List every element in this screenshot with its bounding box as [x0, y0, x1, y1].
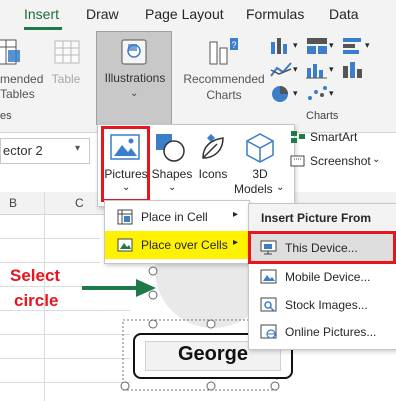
- statistic-chart-icon[interactable]: [305, 60, 329, 83]
- icons-icon: [197, 132, 229, 164]
- place-in-cell-icon: [117, 209, 133, 228]
- insert-picture-from-menu: Insert Picture From This Device... Mobil…: [248, 203, 396, 350]
- table-label: Table: [51, 72, 81, 86]
- chart-type-gallery: ▾ ▾ ▾ ▾ ▾ ▾ ▾: [269, 34, 396, 108]
- name-box-value: ector 2: [3, 143, 43, 158]
- name-box[interactable]: ector 2 ▾: [0, 138, 90, 164]
- illustrations-label: Illustrations: [104, 71, 166, 85]
- gridline: [0, 382, 130, 383]
- table-icon[interactable]: [54, 38, 80, 66]
- pivotchart-icon[interactable]: [341, 60, 365, 83]
- this-device-highlight: [248, 231, 396, 264]
- shapes-label: Shapes: [151, 167, 193, 181]
- screenshot-label: Screenshot: [310, 154, 371, 168]
- tab-draw[interactable]: Draw: [86, 6, 119, 22]
- chevron-down-icon: ▾: [365, 40, 370, 50]
- mobile-device-item[interactable]: Mobile Device...: [249, 263, 396, 291]
- gridline: [0, 238, 100, 239]
- place-over-cells-item[interactable]: Place over Cells ▸: [105, 231, 249, 259]
- 3d-models-label-2: Models: [234, 182, 273, 196]
- chevron-down-icon: ▾: [293, 88, 298, 98]
- pictures-highlight: [101, 126, 150, 202]
- line-chart-icon[interactable]: [269, 60, 293, 83]
- 3d-models-button[interactable]: 3D Models ⌄: [234, 130, 285, 200]
- bar-chart-icon[interactable]: [341, 36, 365, 59]
- recommended-pivottables-label: mended: [0, 72, 44, 86]
- tab-page-layout[interactable]: Page Layout: [145, 6, 224, 22]
- recommended-charts-label-2: Charts: [206, 88, 242, 102]
- place-over-cells-icon: [117, 237, 133, 256]
- smartart-label: SmartArt: [310, 130, 358, 144]
- pictures-submenu: Place in Cell ▸ Place over Cells ▸: [104, 200, 250, 264]
- stock-images-item[interactable]: Stock Images...: [249, 291, 396, 319]
- icons-label: Icons: [198, 167, 228, 181]
- recommended-pivottables-icon[interactable]: [0, 38, 22, 68]
- screenshot-button[interactable]: Screenshot ⌄: [290, 152, 396, 172]
- chevron-down-icon: ▾: [293, 64, 298, 74]
- recommended-charts-label: Recommended: [183, 72, 265, 86]
- smartart-icon: [290, 130, 306, 147]
- icons-button[interactable]: Icons: [195, 130, 231, 181]
- online-pictures-item[interactable]: Online Pictures...: [249, 318, 396, 346]
- ribbon: mended Tables Table Illustrations ⌄ ? Re…: [0, 30, 396, 133]
- smartart-button[interactable]: SmartArt: [290, 128, 396, 148]
- group-label-charts: Charts: [306, 110, 339, 122]
- hierarchy-chart-icon[interactable]: [305, 36, 329, 59]
- annotation-arrow-icon: [82, 279, 156, 297]
- tab-formulas[interactable]: Formulas: [246, 6, 304, 22]
- illustrations-button[interactable]: Illustrations ⌄: [96, 31, 172, 125]
- chevron-right-icon: ▸: [233, 209, 239, 220]
- annotation-line-2: circle: [14, 291, 59, 310]
- chevron-down-icon: ▾: [293, 40, 298, 50]
- chevron-down-icon: ⌄: [130, 88, 139, 99]
- screenshot-icon: [290, 154, 306, 171]
- annotation-line-1: Select: [10, 266, 61, 285]
- pie-chart-icon[interactable]: [269, 84, 293, 107]
- tab-insert[interactable]: Insert: [24, 6, 59, 22]
- chevron-down-icon: ▾: [329, 40, 334, 50]
- illustrations-icon: [120, 38, 148, 66]
- cube-icon: [245, 132, 275, 164]
- svg-text:?: ?: [231, 40, 236, 50]
- chevron-down-icon[interactable]: ▾: [75, 143, 80, 154]
- chevron-down-icon: ⌄: [372, 154, 381, 165]
- chevron-down-icon: ⌄: [168, 182, 177, 193]
- online-pictures-icon: [260, 324, 277, 343]
- group-label-tables: es: [0, 110, 12, 122]
- chevron-down-icon: ▾: [329, 88, 334, 98]
- tab-data[interactable]: Data: [329, 6, 359, 22]
- recommended-pivottables-label-2: Tables: [0, 87, 35, 101]
- insert-picture-from-title: Insert Picture From: [261, 211, 372, 225]
- chevron-down-icon: ⌄: [276, 182, 285, 193]
- chevron-right-icon: ▸: [233, 237, 239, 248]
- place-in-cell-label: Place in Cell: [141, 210, 208, 224]
- place-over-cells-label: Place over Cells: [141, 238, 228, 252]
- mobile-device-label: Mobile Device...: [285, 270, 371, 284]
- scatter-chart-icon[interactable]: [305, 84, 329, 107]
- mobile-picture-icon: [260, 269, 277, 288]
- place-in-cell-item[interactable]: Place in Cell ▸: [105, 203, 249, 231]
- stock-images-label: Stock Images...: [285, 298, 368, 312]
- column-header-c[interactable]: C: [75, 196, 84, 210]
- shapes-icon: [154, 132, 188, 164]
- recommended-charts-icon[interactable]: ?: [208, 36, 242, 68]
- shapes-button[interactable]: Shapes ⌄: [152, 130, 192, 200]
- gridline: [0, 334, 130, 335]
- ribbon-tab-strip: Insert Draw Page Layout Formulas Data: [0, 0, 396, 30]
- online-pictures-label: Online Pictures...: [285, 325, 377, 339]
- stock-images-icon: [260, 297, 277, 316]
- insert-picture-from-header: Insert Picture From: [249, 204, 396, 230]
- chevron-down-icon: ▾: [329, 64, 334, 74]
- column-header-b[interactable]: B: [9, 196, 17, 210]
- column-chart-icon[interactable]: [269, 36, 293, 59]
- gridline: [0, 262, 100, 263]
- 3d-models-label-1: 3D: [252, 167, 268, 181]
- gridline: [0, 358, 130, 359]
